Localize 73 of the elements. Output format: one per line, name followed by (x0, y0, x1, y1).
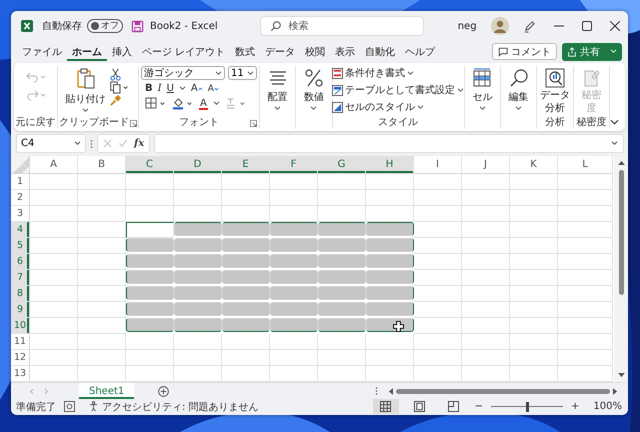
font-name-dropdown[interactable]: 游ゴシック (141, 66, 225, 80)
zoom-in-button[interactable]: + (571, 401, 580, 412)
accessibility-status[interactable]: アクセシビリティ: 問題ありません (102, 400, 259, 414)
column-header[interactable]: J (462, 156, 510, 174)
ribbon-tab[interactable]: 表示 (330, 42, 360, 60)
search-field[interactable]: 検索 (260, 16, 424, 36)
alignment-button[interactable]: 配置 (268, 66, 288, 111)
comment-button[interactable]: コメント (492, 43, 557, 60)
group-label: 元に戻す (16, 116, 56, 129)
row-header[interactable]: 12 (11, 350, 30, 366)
sheet-tab[interactable]: Sheet1 (79, 383, 134, 399)
row-header[interactable]: 7 (11, 270, 30, 286)
name-box[interactable]: C4 (16, 134, 86, 153)
increase-font-button[interactable]: A (190, 83, 203, 94)
column-header[interactable]: A (30, 156, 78, 174)
ribbon-tab[interactable]: 挿入 (107, 42, 137, 60)
autosave-label: 自動保存 (42, 20, 82, 33)
ribbon-tab[interactable]: データ (260, 42, 300, 60)
zoom-out-button[interactable]: − (474, 401, 484, 412)
user-name: neg (458, 20, 477, 32)
underline-button[interactable]: U (166, 83, 174, 94)
font-color-button[interactable]: A (199, 98, 208, 110)
group-label: クリップボード (59, 116, 129, 129)
group-label: フォント (179, 116, 219, 129)
ribbon-tab[interactable]: 校閲 (300, 42, 330, 60)
paste-button[interactable]: 貼り付け (66, 66, 106, 113)
row-header[interactable]: 4 (11, 222, 30, 238)
column-header[interactable]: G (318, 156, 366, 174)
ribbon-tab[interactable]: ホーム (67, 42, 107, 60)
column-header[interactable]: I (414, 156, 462, 174)
column-header[interactable]: E (222, 156, 270, 174)
ribbon-tab[interactable]: 数式 (230, 42, 260, 60)
style-menu-button[interactable]: テーブルとして書式設定 (332, 83, 464, 97)
group-label: 秘密度 (576, 116, 606, 129)
zoom-level[interactable]: 100% (593, 401, 622, 412)
row-header[interactable]: 9 (11, 302, 30, 318)
document-title: Book2 - Excel (150, 20, 218, 32)
column-header[interactable]: L (558, 156, 613, 174)
style-menu-button[interactable]: 条件付き書式 (332, 66, 414, 80)
font-size-dropdown[interactable]: 11 (228, 66, 257, 80)
column-header[interactable]: D (174, 156, 222, 174)
row-header[interactable]: 1 (11, 174, 30, 190)
column-header[interactable]: K (510, 156, 558, 174)
column-header[interactable]: B (78, 156, 126, 174)
share-button[interactable]: 共有 (562, 42, 622, 60)
status-text: 準備完了 (16, 400, 56, 414)
row-header[interactable]: 3 (11, 206, 30, 222)
row-header[interactable]: 13 (11, 366, 30, 382)
column-header[interactable]: H (366, 156, 414, 174)
style-menu-button[interactable]: セルのスタイル (332, 100, 424, 114)
column-header[interactable]: C (126, 156, 174, 174)
cells-button[interactable]: セル (472, 66, 492, 111)
autosave-toggle[interactable]: オフ (87, 19, 123, 33)
group-label: スタイル (378, 116, 418, 129)
data-analysis-button[interactable]: データ分析 (539, 66, 570, 115)
editing-button[interactable]: 編集 (508, 66, 529, 111)
row-header[interactable]: 11 (11, 334, 30, 350)
insert-function-button[interactable]: fx (134, 138, 144, 149)
row-header[interactable]: 5 (11, 238, 30, 254)
number-format-button[interactable]: 数値 (304, 66, 324, 111)
column-header[interactable]: F (270, 156, 318, 174)
row-header[interactable]: 10 (11, 318, 30, 334)
row-header[interactable]: 8 (11, 286, 30, 302)
row-header[interactable]: 2 (11, 190, 30, 206)
bold-button[interactable]: B (145, 83, 153, 94)
ribbon-tab[interactable]: 自動化 (360, 42, 400, 60)
row-header[interactable]: 6 (11, 254, 30, 270)
italic-button[interactable]: I (158, 83, 162, 94)
decrease-font-button[interactable]: A (208, 84, 219, 94)
group-label: 分析 (544, 116, 565, 129)
ribbon-tab[interactable]: ファイル (17, 42, 67, 60)
ribbon-tab[interactable]: ヘルプ (400, 42, 440, 60)
ribbon-tab[interactable]: ページ レイアウト (137, 42, 230, 60)
